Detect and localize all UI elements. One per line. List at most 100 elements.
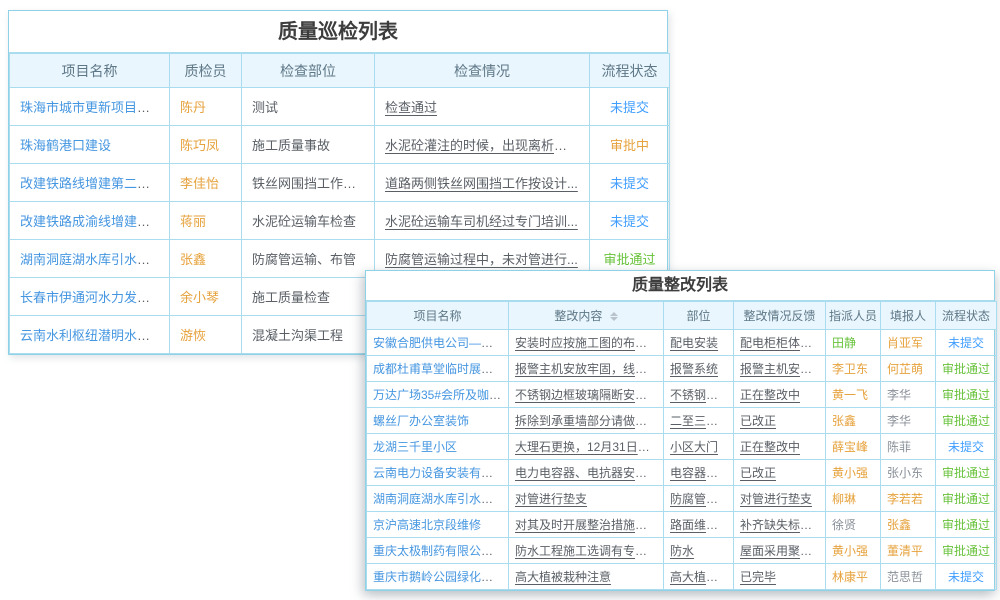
inspection-part: 施工质量检查 <box>242 278 375 316</box>
rectify-part: 二至三楼混... <box>664 408 734 434</box>
column-header-project: 项目名称 <box>10 54 170 88</box>
status-text: 未提交 <box>936 434 997 460</box>
inspection-part: 施工质量事故 <box>242 126 375 164</box>
filler-name: 李华 <box>881 408 936 434</box>
status-text: 审批中 <box>590 126 670 164</box>
inspector-name: 游恢 <box>170 316 242 354</box>
assignee-name: 张鑫 <box>826 408 881 434</box>
status-text: 未提交 <box>590 202 670 240</box>
project-name-link[interactable]: 安徽合肥供电公司—配电设备... <box>367 330 509 356</box>
rectify-content: 拆除到承重墙部分请做好加固... <box>509 408 664 434</box>
inspector-name: 陈丹 <box>170 88 242 126</box>
table-row: 重庆太极制药有限公司亳州中...防水工程施工选调有专业资质...防水屋面采用聚氨… <box>367 538 997 564</box>
filler-name: 张鑫 <box>881 512 936 538</box>
rectify-content: 大理石更换，12月31日之... <box>509 434 664 460</box>
status-text: 审批通过 <box>936 382 997 408</box>
inspection-header-row: 项目名称 质检员 检查部位 检查情况 流程状态 <box>10 54 670 88</box>
assignee-name: 黄小强 <box>826 460 881 486</box>
rectify-part: 不锈钢安装... <box>664 382 734 408</box>
project-name-link[interactable]: 改建铁路成渝线增建第... <box>10 202 170 240</box>
project-name-link[interactable]: 改建铁路线增建第二线... <box>10 164 170 202</box>
column-header-filler: 填报人 <box>881 302 936 330</box>
filler-name: 董清平 <box>881 538 936 564</box>
rectify-content: 对管进行垫支 <box>509 486 664 512</box>
rectify-feedback: 屋面采用聚氨... <box>734 538 826 564</box>
assignee-name: 李卫东 <box>826 356 881 382</box>
status-text: 未提交 <box>936 330 997 356</box>
status-text: 审批通过 <box>936 512 997 538</box>
column-header-content[interactable]: 整改内容 <box>509 302 664 330</box>
project-name-link[interactable]: 珠海市城市更新项目紫... <box>10 88 170 126</box>
rectify-feedback: 已改正 <box>734 408 826 434</box>
table-row: 京沪高速北京段维修对其及时开展整治措施，桥头...路面维修检...补齐缺失标志.… <box>367 512 997 538</box>
project-name-link[interactable]: 重庆太极制药有限公司亳州中... <box>367 538 509 564</box>
filler-name: 范思哲 <box>881 564 936 590</box>
filler-name: 李若若 <box>881 486 936 512</box>
project-name-link[interactable]: 云南电力设备安装有限公司20... <box>367 460 509 486</box>
app-canvas: 质量巡检列表 项目名称 质检员 检查部位 检查情况 流程状态 珠海市城市更新项目… <box>0 0 1000 600</box>
table-row: 重庆市鹅岭公园绿化景观提升...高大植被栽种注意高大植被栽种已完毕林康平范思哲未… <box>367 564 997 590</box>
project-name-link[interactable]: 重庆市鹅岭公园绿化景观提升... <box>367 564 509 590</box>
rectify-part: 防腐管运输... <box>664 486 734 512</box>
inspector-name: 张鑫 <box>170 240 242 278</box>
inspection-part: 水泥砼运输车检查 <box>242 202 375 240</box>
table-row: 改建铁路成渝线增建第...蒋丽水泥砼运输车检查水泥砼运输车司机经过专门培训...… <box>10 202 670 240</box>
column-header-assignee: 指派人员 <box>826 302 881 330</box>
status-text: 未提交 <box>590 88 670 126</box>
table-row: 云南电力设备安装有限公司20...电力电容器、电抗器安装方案...电容器安装..… <box>367 460 997 486</box>
filler-name: 何芷萌 <box>881 356 936 382</box>
status-text: 审批通过 <box>936 460 997 486</box>
project-name-link[interactable]: 螺丝厂办公室装饰 <box>367 408 509 434</box>
project-name-link[interactable]: 珠海鹤港口建设 <box>10 126 170 164</box>
table-row: 成都杜甫草堂临时展厅独立展...报警主机安放牢固，线缆连接...报警系统报警主机… <box>367 356 997 382</box>
rectify-part: 路面维修检... <box>664 512 734 538</box>
column-header-detail: 检查情况 <box>375 54 590 88</box>
project-name-link[interactable]: 龙湖三千里小区 <box>367 434 509 460</box>
inspector-name: 李佳怡 <box>170 164 242 202</box>
assignee-name: 柳琳 <box>826 486 881 512</box>
rectify-content: 对其及时开展整治措施，桥头... <box>509 512 664 538</box>
column-header-part: 部位 <box>664 302 734 330</box>
filler-name: 陈菲 <box>881 434 936 460</box>
status-text: 未提交 <box>936 564 997 590</box>
project-name-link[interactable]: 湖南洞庭湖水库引水工... <box>10 240 170 278</box>
rectify-feedback: 已改正 <box>734 460 826 486</box>
project-name-link[interactable]: 万达广场35#会所及咖啡厅空... <box>367 382 509 408</box>
rectify-feedback: 正在整改中 <box>734 382 826 408</box>
quality-rectification-table-card: 质量整改列表 项目名称 整改内容 部位 整改情况反馈 指派人员 填报人 流程状态 <box>365 270 995 591</box>
rectify-feedback: 补齐缺失标志... <box>734 512 826 538</box>
column-header-status: 流程状态 <box>936 302 997 330</box>
rectify-part: 配电安装 <box>664 330 734 356</box>
filler-name: 张小东 <box>881 460 936 486</box>
project-name-link[interactable]: 成都杜甫草堂临时展厅独立展... <box>367 356 509 382</box>
rectify-feedback: 配电柜柜体与... <box>734 330 826 356</box>
table-row: 龙湖三千里小区大理石更换，12月31日之...小区大门正在整改中薛宝峰陈菲未提交 <box>367 434 997 460</box>
filler-name: 肖亚军 <box>881 330 936 356</box>
inspector-name: 陈巧凤 <box>170 126 242 164</box>
inspection-part: 防腐管运输、布管 <box>242 240 375 278</box>
rectify-part: 报警系统 <box>664 356 734 382</box>
filler-name: 李华 <box>881 382 936 408</box>
assignee-name: 徐贤 <box>826 512 881 538</box>
project-name-link[interactable]: 云南水利枢纽潜明水库... <box>10 316 170 354</box>
rectify-content: 不锈钢边框玻璃隔断安装不牢... <box>509 382 664 408</box>
table-row: 螺丝厂办公室装饰拆除到承重墙部分请做好加固...二至三楼混...已改正张鑫李华审… <box>367 408 997 434</box>
project-name-link[interactable]: 京沪高速北京段维修 <box>367 512 509 538</box>
assignee-name: 黄小强 <box>826 538 881 564</box>
rectify-part: 电容器安装... <box>664 460 734 486</box>
status-text: 审批通过 <box>936 538 997 564</box>
sort-icon[interactable] <box>610 312 618 321</box>
table-row: 珠海鹤港口建设陈巧凤施工质量事故水泥砼灌注的时候，出现离析现象审批中 <box>10 126 670 164</box>
inspector-name: 蒋丽 <box>170 202 242 240</box>
inspection-detail: 水泥砼运输车司机经过专门培训... <box>375 202 590 240</box>
column-header-status: 流程状态 <box>590 54 670 88</box>
table-row: 改建铁路线增建第二线...李佳怡铁丝网围挡工作检查道路两侧铁丝网围挡工作按设计.… <box>10 164 670 202</box>
assignee-name: 薛宝峰 <box>826 434 881 460</box>
table-row: 珠海市城市更新项目紫...陈丹测试检查通过未提交 <box>10 88 670 126</box>
project-name-link[interactable]: 湖南洞庭湖水库引水工程施工1标 <box>367 486 509 512</box>
project-name-link[interactable]: 长春市伊通河水力发电... <box>10 278 170 316</box>
inspection-detail: 水泥砼灌注的时候，出现离析现象 <box>375 126 590 164</box>
rectify-content: 电力电容器、电抗器安装方案... <box>509 460 664 486</box>
status-text: 审批通过 <box>936 356 997 382</box>
rectify-content: 报警主机安放牢固，线缆连接... <box>509 356 664 382</box>
